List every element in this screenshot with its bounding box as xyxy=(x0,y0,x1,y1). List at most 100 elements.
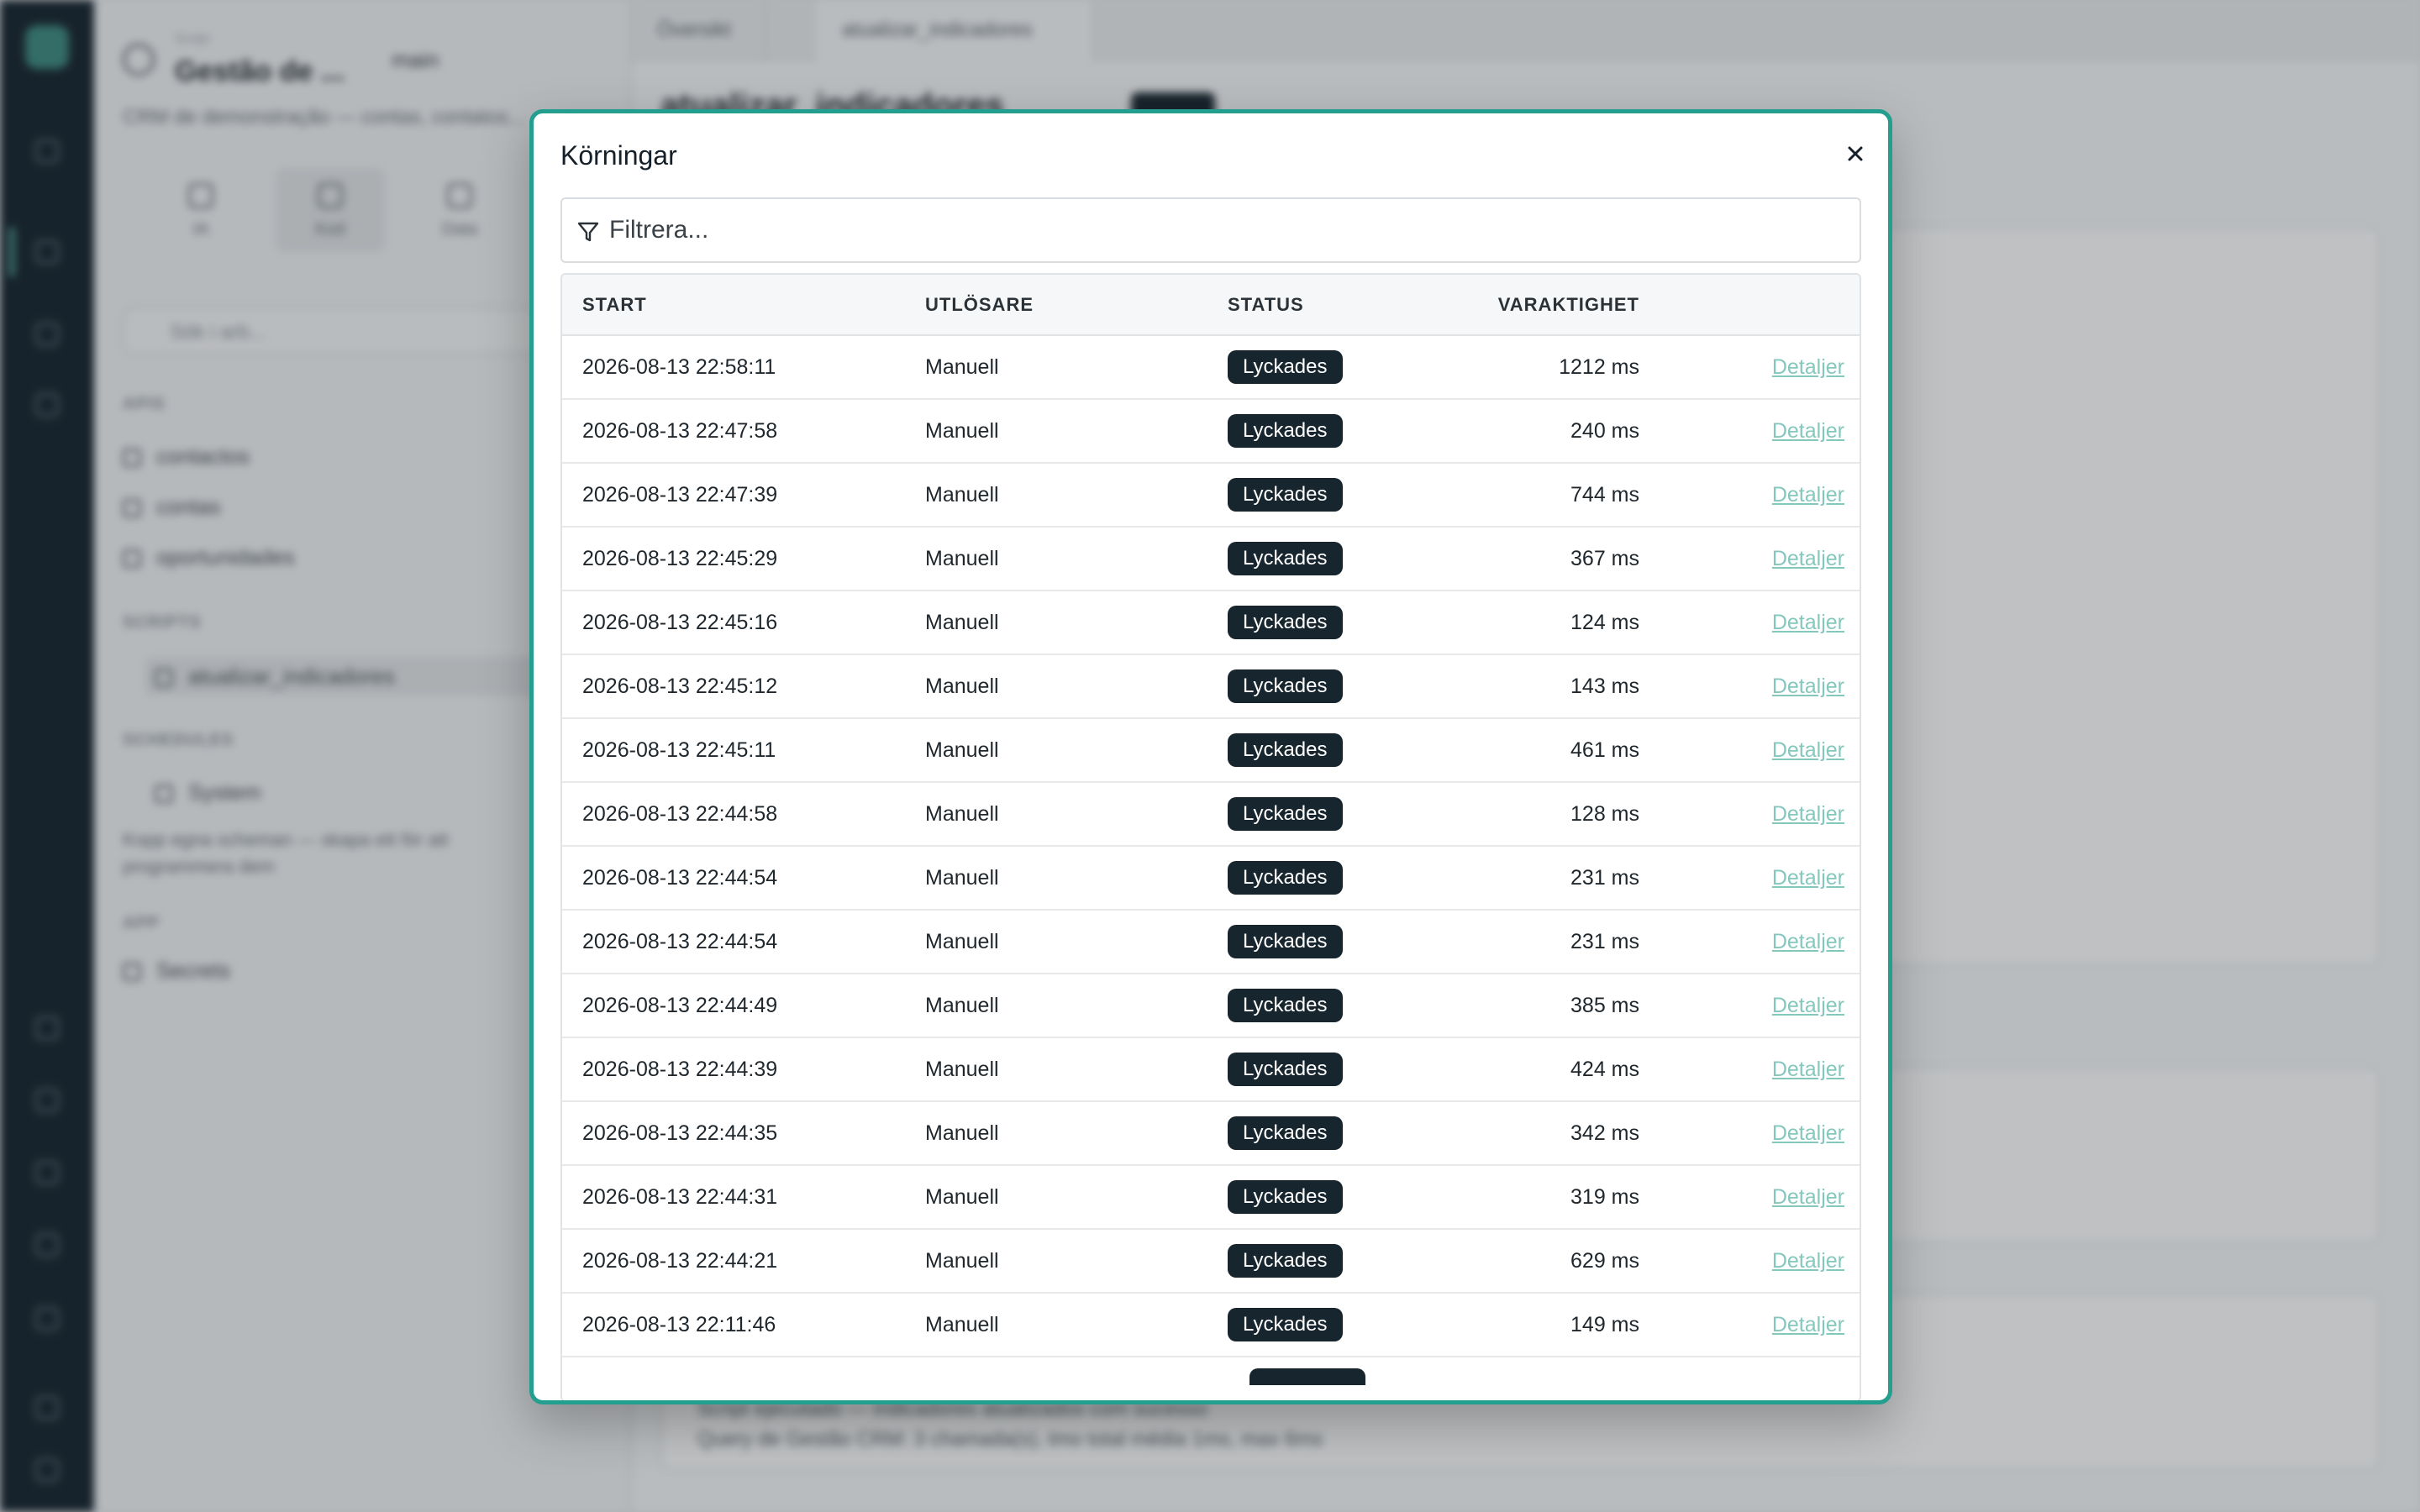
run-status-cell: Lyckades xyxy=(1228,335,1463,399)
run-duration: 385 ms xyxy=(1570,993,1639,1017)
run-duration: 629 ms xyxy=(1570,1248,1639,1273)
run-status-cell: Lyckades xyxy=(1228,463,1463,527)
run-actions-cell: Detaljer xyxy=(1639,591,1860,654)
run-duration: 143 ms xyxy=(1570,674,1639,698)
run-duration: 149 ms xyxy=(1570,1312,1639,1336)
run-trigger: Manuell xyxy=(925,418,999,443)
run-duration: 367 ms xyxy=(1570,546,1639,570)
details-link[interactable]: Detaljer xyxy=(1772,1249,1844,1273)
run-start-time: 2026-08-13 22:44:54 xyxy=(582,865,778,890)
run-actions-cell: Detaljer xyxy=(1639,335,1860,399)
run-status-cell: Lyckades xyxy=(1228,846,1463,910)
column-header-actions xyxy=(1639,275,1860,336)
run-start-time: 2026-08-13 22:45:16 xyxy=(582,610,778,634)
table-row: 2026-08-13 22:45:12 Manuell Lyckades 143… xyxy=(562,654,1860,718)
run-start-time: 2026-08-13 22:45:11 xyxy=(582,738,776,762)
run-duration: 319 ms xyxy=(1570,1184,1639,1209)
run-actions-cell: Detaljer xyxy=(1639,1165,1860,1229)
run-trigger: Manuell xyxy=(925,1057,999,1081)
runs-table-body: 2026-08-13 22:58:11 Manuell Lyckades 121… xyxy=(562,335,1860,1357)
status-badge: Lyckades xyxy=(1228,797,1343,831)
run-trigger: Manuell xyxy=(925,1184,999,1209)
run-status-cell: Lyckades xyxy=(1228,782,1463,846)
run-status-cell: Lyckades xyxy=(1228,399,1463,463)
details-link[interactable]: Detaljer xyxy=(1772,547,1844,570)
run-trigger: Manuell xyxy=(925,929,999,953)
details-link[interactable]: Detaljer xyxy=(1772,994,1844,1017)
run-status-cell: Lyckades xyxy=(1228,974,1463,1037)
run-duration: 231 ms xyxy=(1570,929,1639,953)
run-duration: 240 ms xyxy=(1570,418,1639,443)
run-start-time: 2026-08-13 22:44:39 xyxy=(582,1057,778,1081)
run-trigger: Manuell xyxy=(925,546,999,570)
run-status-cell: Lyckades xyxy=(1228,718,1463,782)
filter-input[interactable] xyxy=(609,199,1844,261)
details-link[interactable]: Detaljer xyxy=(1772,611,1844,634)
run-start-time: 2026-08-13 22:47:58 xyxy=(582,418,778,443)
column-header-status[interactable]: STATUS xyxy=(1228,275,1463,336)
table-row: 2026-08-13 22:45:11 Manuell Lyckades 461… xyxy=(562,718,1860,782)
column-header-trigger[interactable]: UTLÖSARE xyxy=(925,275,1228,336)
details-link[interactable]: Detaljer xyxy=(1772,1058,1844,1081)
run-trigger: Manuell xyxy=(925,1312,999,1336)
run-start-time: 2026-08-13 22:44:21 xyxy=(582,1248,778,1273)
run-duration: 124 ms xyxy=(1570,610,1639,634)
status-badge: Lyckades xyxy=(1228,1244,1343,1278)
details-link[interactable]: Detaljer xyxy=(1772,866,1844,890)
status-badge: Lyckades xyxy=(1228,478,1343,512)
partial-row xyxy=(562,1360,1860,1400)
runs-table: START UTLÖSARE STATUS VARAKTIGHET 2026-0… xyxy=(562,275,1860,1357)
run-actions-cell: Detaljer xyxy=(1639,527,1860,591)
run-trigger: Manuell xyxy=(925,865,999,890)
details-link[interactable]: Detaljer xyxy=(1772,1185,1844,1209)
details-link[interactable]: Detaljer xyxy=(1772,419,1844,443)
status-badge: Lyckades xyxy=(1228,350,1343,384)
table-row: 2026-08-13 22:45:16 Manuell Lyckades 124… xyxy=(562,591,1860,654)
run-actions-cell: Detaljer xyxy=(1639,1293,1860,1357)
status-badge: Lyckades xyxy=(1228,606,1343,639)
runs-table-container[interactable]: START UTLÖSARE STATUS VARAKTIGHET 2026-0… xyxy=(560,273,1861,1400)
modal-title: Körningar xyxy=(560,140,677,171)
run-trigger: Manuell xyxy=(925,1121,999,1145)
details-link[interactable]: Detaljer xyxy=(1772,802,1844,826)
table-header-row: START UTLÖSARE STATUS VARAKTIGHET xyxy=(562,275,1860,336)
details-link[interactable]: Detaljer xyxy=(1772,930,1844,953)
table-row: 2026-08-13 22:47:58 Manuell Lyckades 240… xyxy=(562,399,1860,463)
close-button[interactable] xyxy=(1839,137,1872,171)
details-link[interactable]: Detaljer xyxy=(1772,738,1844,762)
details-link[interactable]: Detaljer xyxy=(1772,675,1844,698)
details-link[interactable]: Detaljer xyxy=(1772,1121,1844,1145)
filter-field[interactable] xyxy=(560,197,1861,263)
status-badge: Lyckades xyxy=(1228,1116,1343,1150)
run-trigger: Manuell xyxy=(925,993,999,1017)
status-badge: Lyckades xyxy=(1228,669,1343,703)
details-link[interactable]: Detaljer xyxy=(1772,483,1844,507)
run-actions-cell: Detaljer xyxy=(1639,910,1860,974)
run-actions-cell: Detaljer xyxy=(1639,846,1860,910)
run-duration: 461 ms xyxy=(1570,738,1639,762)
details-link[interactable]: Detaljer xyxy=(1772,355,1844,379)
run-start-time: 2026-08-13 22:44:49 xyxy=(582,993,778,1017)
table-row: 2026-08-13 22:44:54 Manuell Lyckades 231… xyxy=(562,910,1860,974)
run-status-cell: Lyckades xyxy=(1228,1037,1463,1101)
run-start-time: 2026-08-13 22:44:35 xyxy=(582,1121,778,1145)
runs-modal: Körningar START UTLÖSARE STATUS VARAKTIG… xyxy=(529,109,1892,1404)
column-header-start[interactable]: START xyxy=(562,275,925,336)
run-actions-cell: Detaljer xyxy=(1639,654,1860,718)
status-badge: Lyckades xyxy=(1228,414,1343,448)
run-status-cell: Lyckades xyxy=(1228,1101,1463,1165)
run-duration: 128 ms xyxy=(1570,801,1639,826)
filter-icon xyxy=(577,222,599,242)
run-actions-cell: Detaljer xyxy=(1639,782,1860,846)
run-duration: 744 ms xyxy=(1570,482,1639,507)
run-start-time: 2026-08-13 22:58:11 xyxy=(582,354,776,379)
details-link[interactable]: Detaljer xyxy=(1772,1313,1844,1336)
run-actions-cell: Detaljer xyxy=(1639,1229,1860,1293)
table-row: 2026-08-13 22:44:21 Manuell Lyckades 629… xyxy=(562,1229,1860,1293)
run-duration: 1212 ms xyxy=(1559,354,1639,379)
run-status-cell: Lyckades xyxy=(1228,591,1463,654)
column-header-duration[interactable]: VARAKTIGHET xyxy=(1463,275,1639,336)
run-duration: 231 ms xyxy=(1570,865,1639,890)
run-start-time: 2026-08-13 22:11:46 xyxy=(582,1312,776,1336)
status-badge: Lyckades xyxy=(1228,989,1343,1022)
